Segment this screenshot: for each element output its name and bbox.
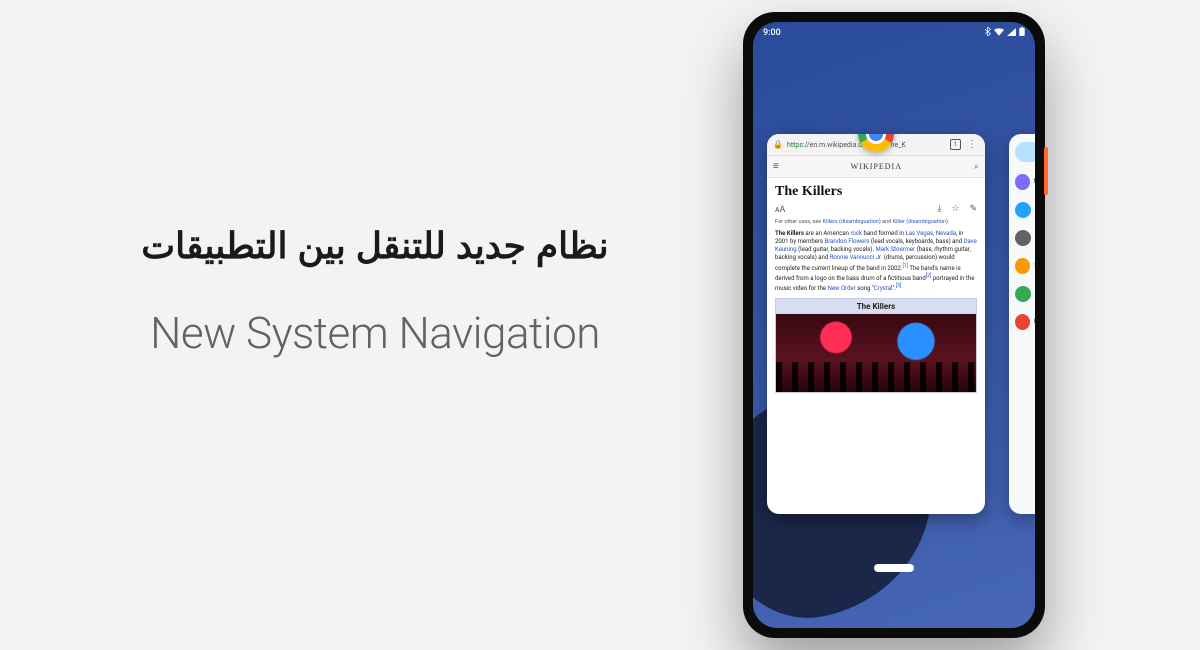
download-icon[interactable]: ⤓ <box>937 204 941 215</box>
phone-power-button <box>1044 147 1048 195</box>
card2-app-row[interactable]: Dr <box>1015 202 1035 218</box>
card2-app-row[interactable]: Ne <box>1015 174 1035 190</box>
link-ronnie-vannucci[interactable]: Ronnie Vannucci Jr. <box>830 254 883 261</box>
headline-block: نظام جديد للتنقل بين التطبيقات New Syste… <box>95 225 655 359</box>
disambig-link[interactable]: Killer (disambiguation) <box>893 219 948 225</box>
infobox: The Killers <box>775 298 977 393</box>
disambig-link[interactable]: Killers (disambiguation) <box>823 219 881 225</box>
chrome-menu-icon[interactable]: ⋮ <box>965 139 979 150</box>
headline-arabic: نظام جديد للتنقل بين التطبيقات <box>95 225 655 267</box>
wifi-icon <box>994 28 1004 39</box>
star-icon[interactable]: ☆ <box>951 204 959 215</box>
ref-link[interactable]: [3] <box>896 283 901 289</box>
signal-icon <box>1007 28 1016 39</box>
infobox-title: The Killers <box>776 299 976 314</box>
edit-icon[interactable]: ✎ <box>969 204 977 215</box>
tab-count[interactable]: 1 <box>950 139 961 150</box>
link-mark-stoermer[interactable]: Mark Stoermer <box>876 246 916 253</box>
lock-icon: 🔒 <box>773 140 783 149</box>
recents-card-secondary[interactable]: Ne Dr Pl Se Pl Ph <box>1009 134 1035 514</box>
lang-icon[interactable]: ᴀA <box>775 204 785 215</box>
app-label: Ph <box>1034 319 1035 325</box>
app-icon <box>1015 230 1031 246</box>
disambiguation-note: For other uses, see Killers (disambiguat… <box>767 219 985 230</box>
link-brandon-flowers[interactable]: Brandon Flowers <box>825 238 870 245</box>
link-new-order[interactable]: New Order <box>828 285 856 292</box>
app-icon <box>1015 258 1030 274</box>
app-icon <box>1015 174 1030 190</box>
app-icon <box>1015 286 1031 302</box>
wiki-menu-icon[interactable]: ≡ <box>773 161 779 172</box>
article-tools: ᴀA ⤓ ☆ ✎ <box>767 204 985 219</box>
status-time: 9:00 <box>763 28 781 38</box>
phone-screen: 9:00 Ne Dr Pl Se Pl <box>753 22 1035 628</box>
headline-english: New System Navigation <box>95 307 655 359</box>
status-bar: 9:00 <box>753 22 1035 44</box>
app-icon <box>1015 314 1030 330</box>
wikipedia-header: ≡ WIKIPEDIA ⌕ <box>767 156 985 178</box>
wiki-search-icon[interactable]: ⌕ <box>974 162 979 172</box>
link-las-vegas[interactable]: Las Vegas, Nevada <box>905 230 956 237</box>
infobox-image <box>776 314 976 392</box>
card2-searchbar <box>1015 142 1035 162</box>
link-crystal[interactable]: Crystal <box>874 285 893 292</box>
recents-card-chrome[interactable]: 🔒 https://en.m.wikipedia.org/wiki/The_K … <box>767 134 985 514</box>
app-label: Ne <box>1034 179 1035 185</box>
wiki-logo[interactable]: WIKIPEDIA <box>785 162 968 171</box>
card2-app-row[interactable]: Ph <box>1015 314 1035 330</box>
home-gesture-pill[interactable] <box>874 564 914 572</box>
article-body: The Killers are an American rock band fo… <box>767 230 985 298</box>
battery-icon <box>1019 27 1025 39</box>
recents-overview[interactable]: Ne Dr Pl Se Pl Ph 🔒 https://en.m.wikipedia.or… <box>753 44 1035 584</box>
card2-app-row[interactable]: Se <box>1015 258 1035 274</box>
app-label: Se <box>1034 263 1035 269</box>
phone-mockup: 9:00 Ne Dr Pl Se Pl <box>743 12 1045 638</box>
link-rock[interactable]: rock <box>850 230 862 237</box>
card2-app-row[interactable]: Pl <box>1015 286 1035 302</box>
app-icon <box>1015 202 1031 218</box>
bluetooth-icon <box>984 27 991 39</box>
article-title: The Killers <box>767 178 985 204</box>
card2-app-row[interactable]: Pl <box>1015 230 1035 246</box>
status-icons <box>984 27 1025 39</box>
